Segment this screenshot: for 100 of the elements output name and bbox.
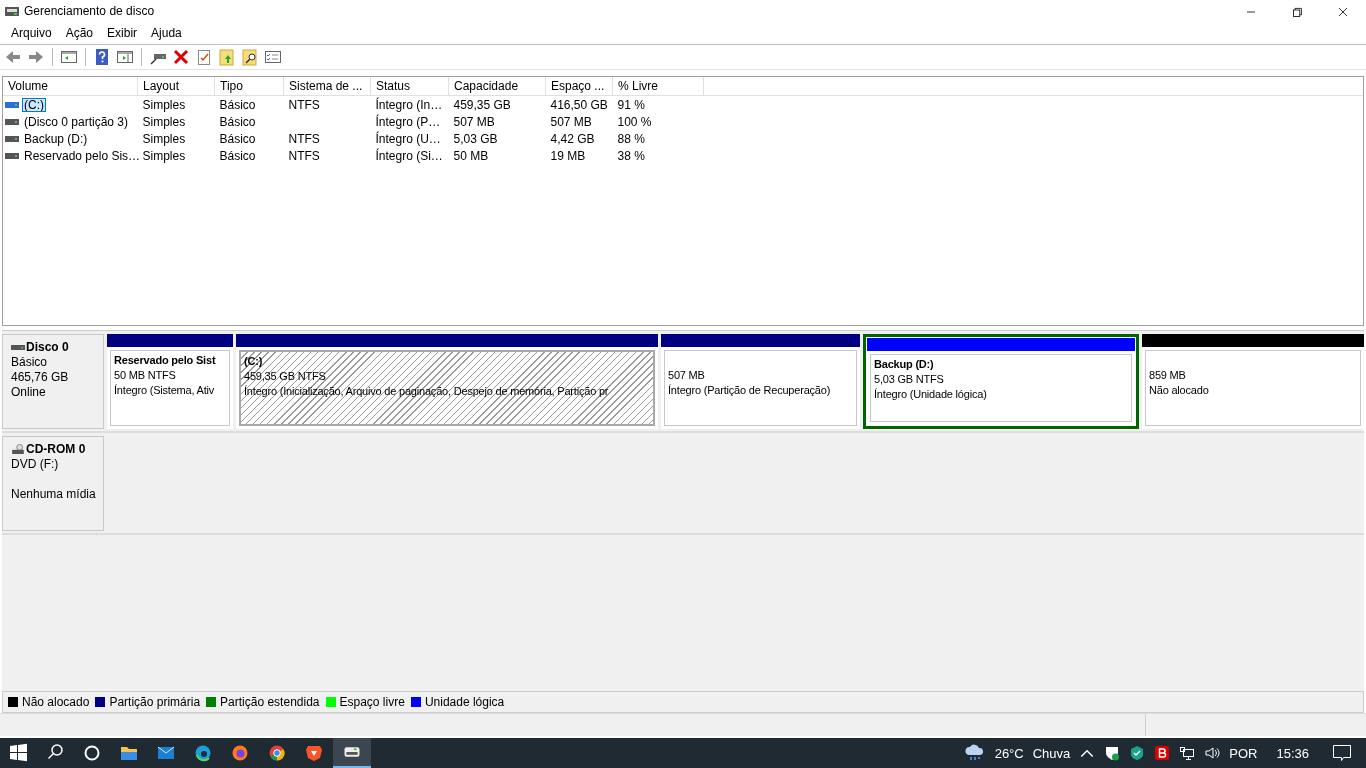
column-header[interactable]: Layout <box>137 77 215 96</box>
table-cell: 88 % <box>617 131 645 146</box>
column-header[interactable]: Capacidade <box>448 77 546 96</box>
table-cell: Básico <box>219 131 256 146</box>
table-cell: 507 MB <box>453 114 495 129</box>
table-cell: 507 MB <box>550 114 592 129</box>
table-cell: Simples <box>142 131 186 146</box>
table-cell: NTFS <box>288 148 320 163</box>
legend-label: Não alocado <box>22 695 90 709</box>
window-title: Gerenciamento de disco <box>24 4 155 18</box>
folder-magnifier-icon[interactable] <box>241 48 259 66</box>
partition-size: 50 MB NTFS <box>114 369 176 381</box>
partition-block[interactable]: 859 MB Não alocado <box>1142 334 1364 429</box>
table-cell: 38 % <box>617 148 645 163</box>
partition-name: Reservado pelo Sist <box>114 354 216 366</box>
disk-info: DVD (F:) <box>11 457 59 471</box>
column-header[interactable]: Volume <box>3 77 138 96</box>
column-header[interactable]: Espaço ... <box>545 77 613 96</box>
legend-label: Partição estendida <box>220 695 320 709</box>
help-icon[interactable] <box>93 48 111 66</box>
weather-temperature[interactable]: 26°C <box>994 745 1024 761</box>
drive-icon <box>5 100 19 109</box>
drive-icon <box>5 151 19 160</box>
table-cell: 5,03 GB <box>453 131 498 146</box>
menu-item[interactable]: Exibir <box>100 26 145 40</box>
table-cell: 459,35 GB <box>453 97 511 112</box>
letter-b-icon[interactable] <box>1154 745 1171 761</box>
table-cell: NTFS <box>288 97 320 112</box>
disk-label-panel[interactable]: CD-ROM 0 DVD (F:) Nenhuma mídia <box>2 436 104 531</box>
column-header[interactable]: Status <box>370 77 449 96</box>
partition-size: 459,35 GB NTFS <box>244 370 326 382</box>
menu-item[interactable]: Arquivo <box>4 26 59 40</box>
check-shield-icon[interactable] <box>1129 745 1146 761</box>
legend-label: Espaço livre <box>339 695 405 709</box>
delete-icon[interactable] <box>172 48 190 66</box>
rain-cloud-icon[interactable] <box>963 744 986 762</box>
partition-block[interactable]: Reservado pelo Sist 50 MB NTFS Íntegro (Sistema, Ativ <box>107 334 233 429</box>
disk-label-panel[interactable]: Disco 0 Básico 465,76 GB Online <box>2 334 104 429</box>
action-pane-icon[interactable] <box>116 48 134 66</box>
cd-drive-icon <box>11 444 25 454</box>
table-cell: 91 % <box>617 97 645 112</box>
disk-info: Online <box>11 385 46 399</box>
drive-icon <box>5 134 19 143</box>
menu-item[interactable]: Ajuda <box>144 26 189 40</box>
table-cell: Íntegro (P… <box>375 114 441 129</box>
partition-status: Íntegro (Unidade lógica) <box>874 388 987 400</box>
partition-status: Íntegro (Inicialização, Arquivo de paginação, Despejo de memória, Partição pr <box>244 385 609 397</box>
forward-arrow-icon[interactable] <box>27 48 45 66</box>
table-cell: Simples <box>142 114 186 129</box>
legend-label: Partição primária <box>109 695 201 709</box>
language-indicator[interactable]: POR <box>1229 745 1258 761</box>
table-cell: 4,42 GB <box>550 131 595 146</box>
table-cell: Básico <box>219 97 256 112</box>
disk-name: Disco 0 <box>26 340 69 354</box>
drive-label[interactable]: Reservado pelo Sis… <box>22 148 143 163</box>
partition-status: Íntegro (Partição de Recuperação) <box>668 384 831 396</box>
partition-status: Íntegro (Sistema, Ativ <box>114 384 215 396</box>
drive-label[interactable]: (Disco 0 partição 3) <box>22 114 131 129</box>
network-icon[interactable] <box>1179 745 1196 761</box>
column-header[interactable]: Sistema de ... <box>283 77 371 96</box>
table-cell: Básico <box>219 148 256 163</box>
drive-label[interactable]: (C:) <box>22 97 46 112</box>
table-cell: Simples <box>142 97 186 112</box>
disk-app-icon[interactable] <box>333 738 371 768</box>
disk-name: CD-ROM 0 <box>26 442 86 456</box>
notification-icon[interactable] <box>1332 744 1352 762</box>
shield-badge-icon[interactable] <box>1104 745 1121 761</box>
column-header[interactable]: % Livre <box>612 77 704 96</box>
menu-item[interactable]: Ação <box>58 26 101 40</box>
partition-name: (C:) <box>244 355 263 367</box>
partition-size: 507 MB <box>668 369 705 381</box>
table-cell: 50 MB <box>453 148 489 163</box>
back-arrow-icon[interactable] <box>4 48 22 66</box>
table-cell: Simples <box>142 148 186 163</box>
drive-icon <box>5 117 19 126</box>
speaker-icon[interactable] <box>1204 745 1221 761</box>
partition-block[interactable]: (C:) 459,35 GB NTFS Íntegro (Inicialização, Arquivo de paginação, Despejo de memória, Partição pr <box>236 334 658 429</box>
weather-condition[interactable]: Chuva <box>1032 745 1071 761</box>
partition-status: Não alocado <box>1149 384 1209 396</box>
table-cell: 100 % <box>617 114 652 129</box>
legend-label: Unidade lógica <box>424 695 505 709</box>
disk-info: Básico <box>11 355 48 369</box>
partition-size: 859 MB <box>1149 369 1186 381</box>
table-cell: 416,50 GB <box>550 97 608 112</box>
table-cell: Íntegro (Si… <box>375 148 443 163</box>
media-status: Nenhuma mídia <box>11 487 96 501</box>
checklist-icon[interactable] <box>264 48 282 66</box>
checkmark-document-icon[interactable] <box>195 48 213 66</box>
partition-block[interactable]: Backup (D:) 5,03 GB NTFS Íntegro (Unidade lógica) <box>863 334 1139 429</box>
drive-label[interactable]: Backup (D:) <box>22 131 90 146</box>
table-cell: Básico <box>219 114 256 129</box>
table-cell: Íntegro (In… <box>375 97 443 112</box>
disk-info: 465,76 GB <box>11 370 69 384</box>
table-cell: Íntegro (U… <box>375 131 441 146</box>
table-cell: NTFS <box>288 131 320 146</box>
partition-block[interactable]: 507 MB Íntegro (Partição de Recuperação) <box>661 334 860 429</box>
partition-size: 5,03 GB NTFS <box>874 373 944 385</box>
console-tree-icon[interactable] <box>60 48 78 66</box>
clock[interactable]: 15:36 <box>1276 745 1309 761</box>
column-header[interactable]: Tipo <box>214 77 284 96</box>
